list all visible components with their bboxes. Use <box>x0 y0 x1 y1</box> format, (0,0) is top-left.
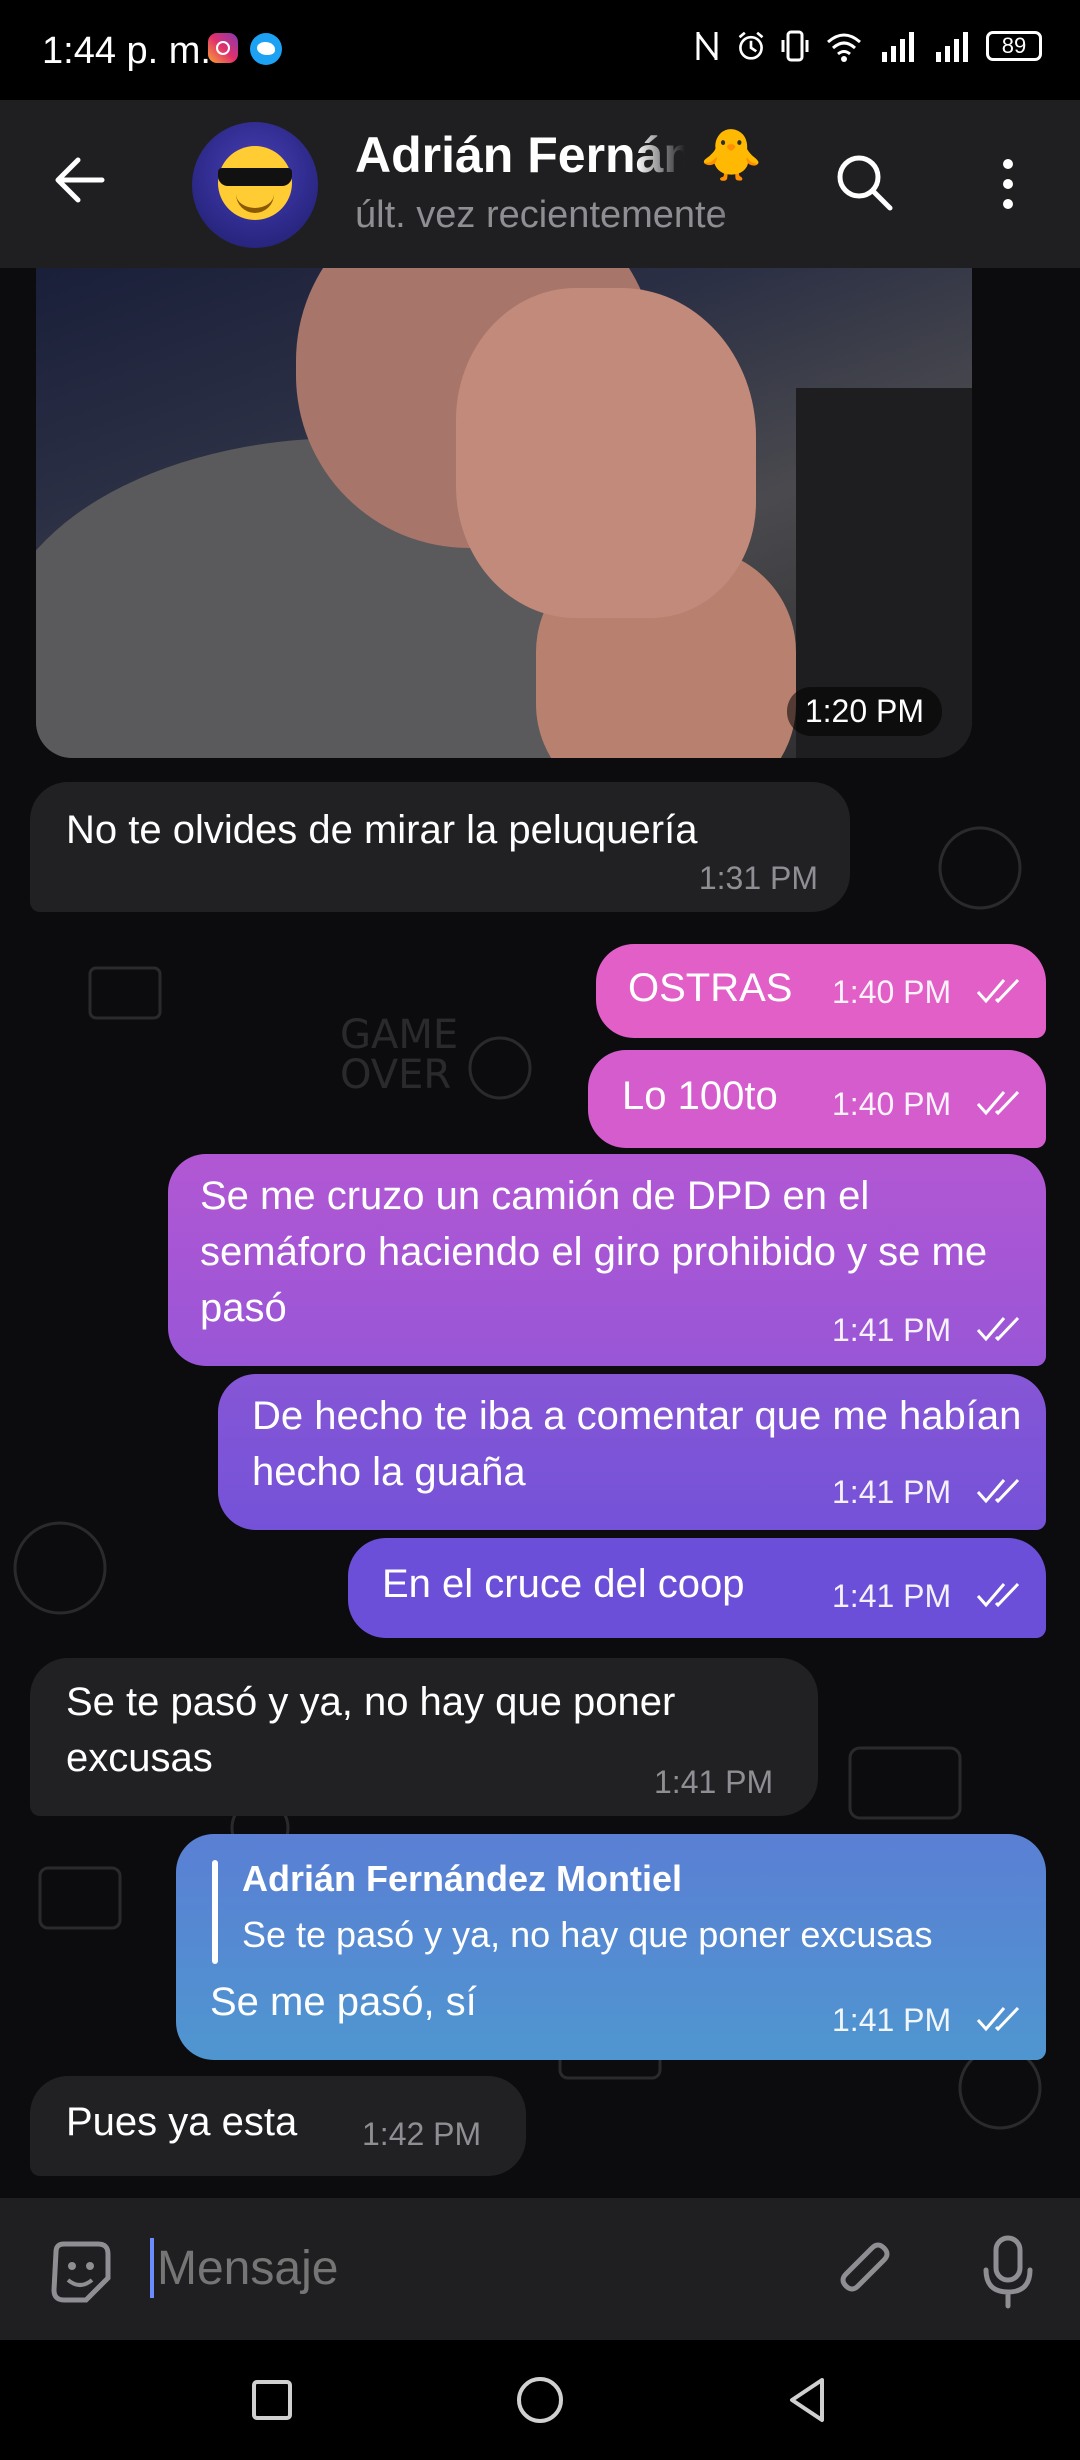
battery-level: 89 <box>1001 33 1027 58</box>
duck-emoji-status: 🐥 <box>700 127 763 183</box>
search-icon[interactable] <box>832 150 896 214</box>
recents-square-icon[interactable] <box>244 2372 300 2428</box>
system-nav-bar <box>0 2340 1080 2460</box>
back-arrow-icon[interactable] <box>50 150 110 210</box>
emoji-sticker-icon[interactable] <box>46 2238 116 2308</box>
message-text: En el cruce del coop <box>382 1562 745 1606</box>
message-time: 1:31 PM <box>698 860 818 896</box>
double-check-icon <box>976 978 1020 1004</box>
contact-name[interactable]: Adrián Fernández Montiel <box>355 126 685 184</box>
back-triangle-icon[interactable] <box>780 2372 836 2428</box>
nfc-icon <box>696 32 718 60</box>
message-time: 1:40 PM <box>832 1086 952 1122</box>
status-time: 1:44 p. m. <box>42 30 211 72</box>
message-time: 1:42 PM <box>362 2116 482 2152</box>
message-time: 1:41 PM <box>654 1764 774 1800</box>
image-hand <box>456 288 756 618</box>
message-text: No te olvides de mirar la peluquería <box>66 808 698 852</box>
vibrate-icon <box>781 30 809 62</box>
reply-author[interactable]: Adrián Fernández Montiel <box>242 1858 682 1900</box>
message-text: Lo 100to <box>622 1074 778 1118</box>
more-options-icon[interactable] <box>990 154 1026 214</box>
microphone-icon[interactable] <box>978 2234 1038 2310</box>
message-list[interactable]: GAME OVER 1:20 PM No te olvides de mirar… <box>0 268 1080 2198</box>
message-time: 1:41 PM <box>832 1578 952 1614</box>
reply-quoted-text[interactable]: Se te pasó y ya, no hay que poner excusa… <box>242 1914 932 1956</box>
message-time: 1:41 PM <box>832 1312 952 1348</box>
avatar[interactable] <box>192 122 318 248</box>
text-cursor <box>150 2238 154 2298</box>
message-time: 1:20 PM <box>786 687 942 736</box>
double-check-icon <box>976 1090 1020 1116</box>
twitter-icon <box>250 33 282 65</box>
image-message[interactable]: 1:20 PM <box>36 268 972 758</box>
signal-icon <box>882 32 914 62</box>
sunglasses <box>218 168 292 186</box>
svg-text:OVER: OVER <box>340 1052 451 1098</box>
wifi-icon <box>827 33 861 62</box>
double-check-icon <box>976 1582 1020 1608</box>
battery-icon: 89 <box>986 31 1042 61</box>
reply-quote-bar <box>212 1860 218 1964</box>
chat-header: Adrián Fernández Montiel 🐥 últ. vez reci… <box>0 100 1080 268</box>
message-outgoing[interactable]: Lo 100to 1:40 PM <box>588 1050 1046 1148</box>
message-text: OSTRAS <box>628 966 793 1010</box>
message-time: 1:41 PM <box>832 2002 952 2038</box>
message-input[interactable] <box>155 2238 759 2300</box>
last-seen-status: últ. vez recientemente <box>355 194 727 236</box>
message-outgoing-reply[interactable]: Adrián Fernández Montiel Se te pasó y ya… <box>176 1834 1046 2060</box>
status-bar: 1:44 p. m. 89 <box>0 0 1080 100</box>
message-incoming[interactable]: Pues ya esta 1:42 PM <box>30 2076 526 2176</box>
double-check-icon <box>976 1316 1020 1342</box>
message-composer <box>0 2198 1080 2340</box>
attach-icon[interactable] <box>830 2238 900 2308</box>
status-icons: 89 <box>692 28 1042 64</box>
message-outgoing[interactable]: En el cruce del coop 1:41 PM <box>348 1538 1046 1638</box>
message-outgoing[interactable]: Se me cruzo un camión de DPD en el semáf… <box>168 1154 1046 1366</box>
message-outgoing[interactable]: OSTRAS 1:40 PM <box>596 944 1046 1038</box>
signal-icon <box>936 32 968 62</box>
double-check-icon <box>976 1478 1020 1504</box>
instagram-icon <box>208 33 238 63</box>
message-time: 1:41 PM <box>832 1474 952 1510</box>
message-text: Se me pasó, sí <box>210 1980 477 2024</box>
message-outgoing[interactable]: De hecho te iba a comentar que me habían… <box>218 1374 1046 1530</box>
home-circle-icon[interactable] <box>512 2372 568 2428</box>
message-incoming[interactable]: Se te pasó y ya, no hay que poner excusa… <box>30 1658 818 1816</box>
double-check-icon <box>976 2006 1020 2032</box>
message-incoming[interactable]: No te olvides de mirar la peluquería 1:3… <box>30 782 850 912</box>
message-text: Pues ya esta <box>66 2100 298 2144</box>
message-time: 1:40 PM <box>832 974 952 1010</box>
message-text: Se me cruzo un camión de DPD en el semáf… <box>200 1174 988 1330</box>
alarm-icon <box>738 31 764 60</box>
